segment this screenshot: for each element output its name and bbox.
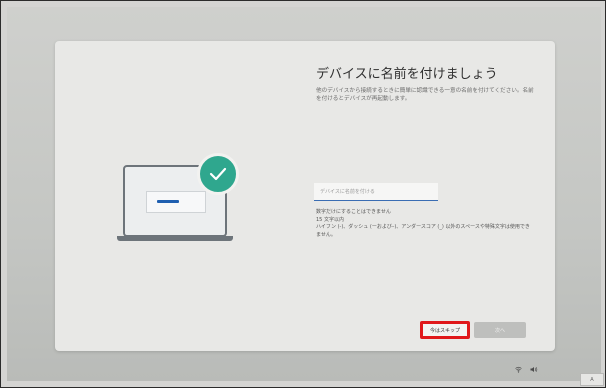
page-title: デバイスに名前を付けましょう: [316, 67, 498, 82]
skip-button[interactable]: 今はスキップ: [420, 321, 470, 339]
network-icon[interactable]: [515, 366, 522, 375]
device-name-input[interactable]: [314, 183, 438, 201]
volume-icon[interactable]: [530, 366, 538, 375]
naming-rules: 数字だけにすることはできません 15 文字以内 ハイフン (-)、ダッシュ (ー…: [316, 209, 531, 239]
illustration: [113, 148, 253, 248]
rule-item: ハイフン (-)、ダッシュ (ーおよび–)、アンダースコア (_) 以外のスペー…: [316, 224, 530, 238]
ime-label: A: [590, 376, 594, 383]
checkmark-icon: [197, 153, 239, 195]
rule-item: 15 文字以内: [316, 216, 344, 223]
next-button[interactable]: 次へ: [474, 322, 526, 338]
rule-item: 数字だけにすることはできません: [316, 209, 391, 215]
page-description: 他のデバイスから接続するときに簡単に認識できる一意の名前を付けてください。名前を…: [316, 88, 534, 102]
laptop-window: [146, 191, 206, 213]
laptop-base: [117, 236, 233, 241]
ime-indicator[interactable]: A: [580, 373, 604, 386]
laptop-window-bar: [157, 200, 179, 203]
